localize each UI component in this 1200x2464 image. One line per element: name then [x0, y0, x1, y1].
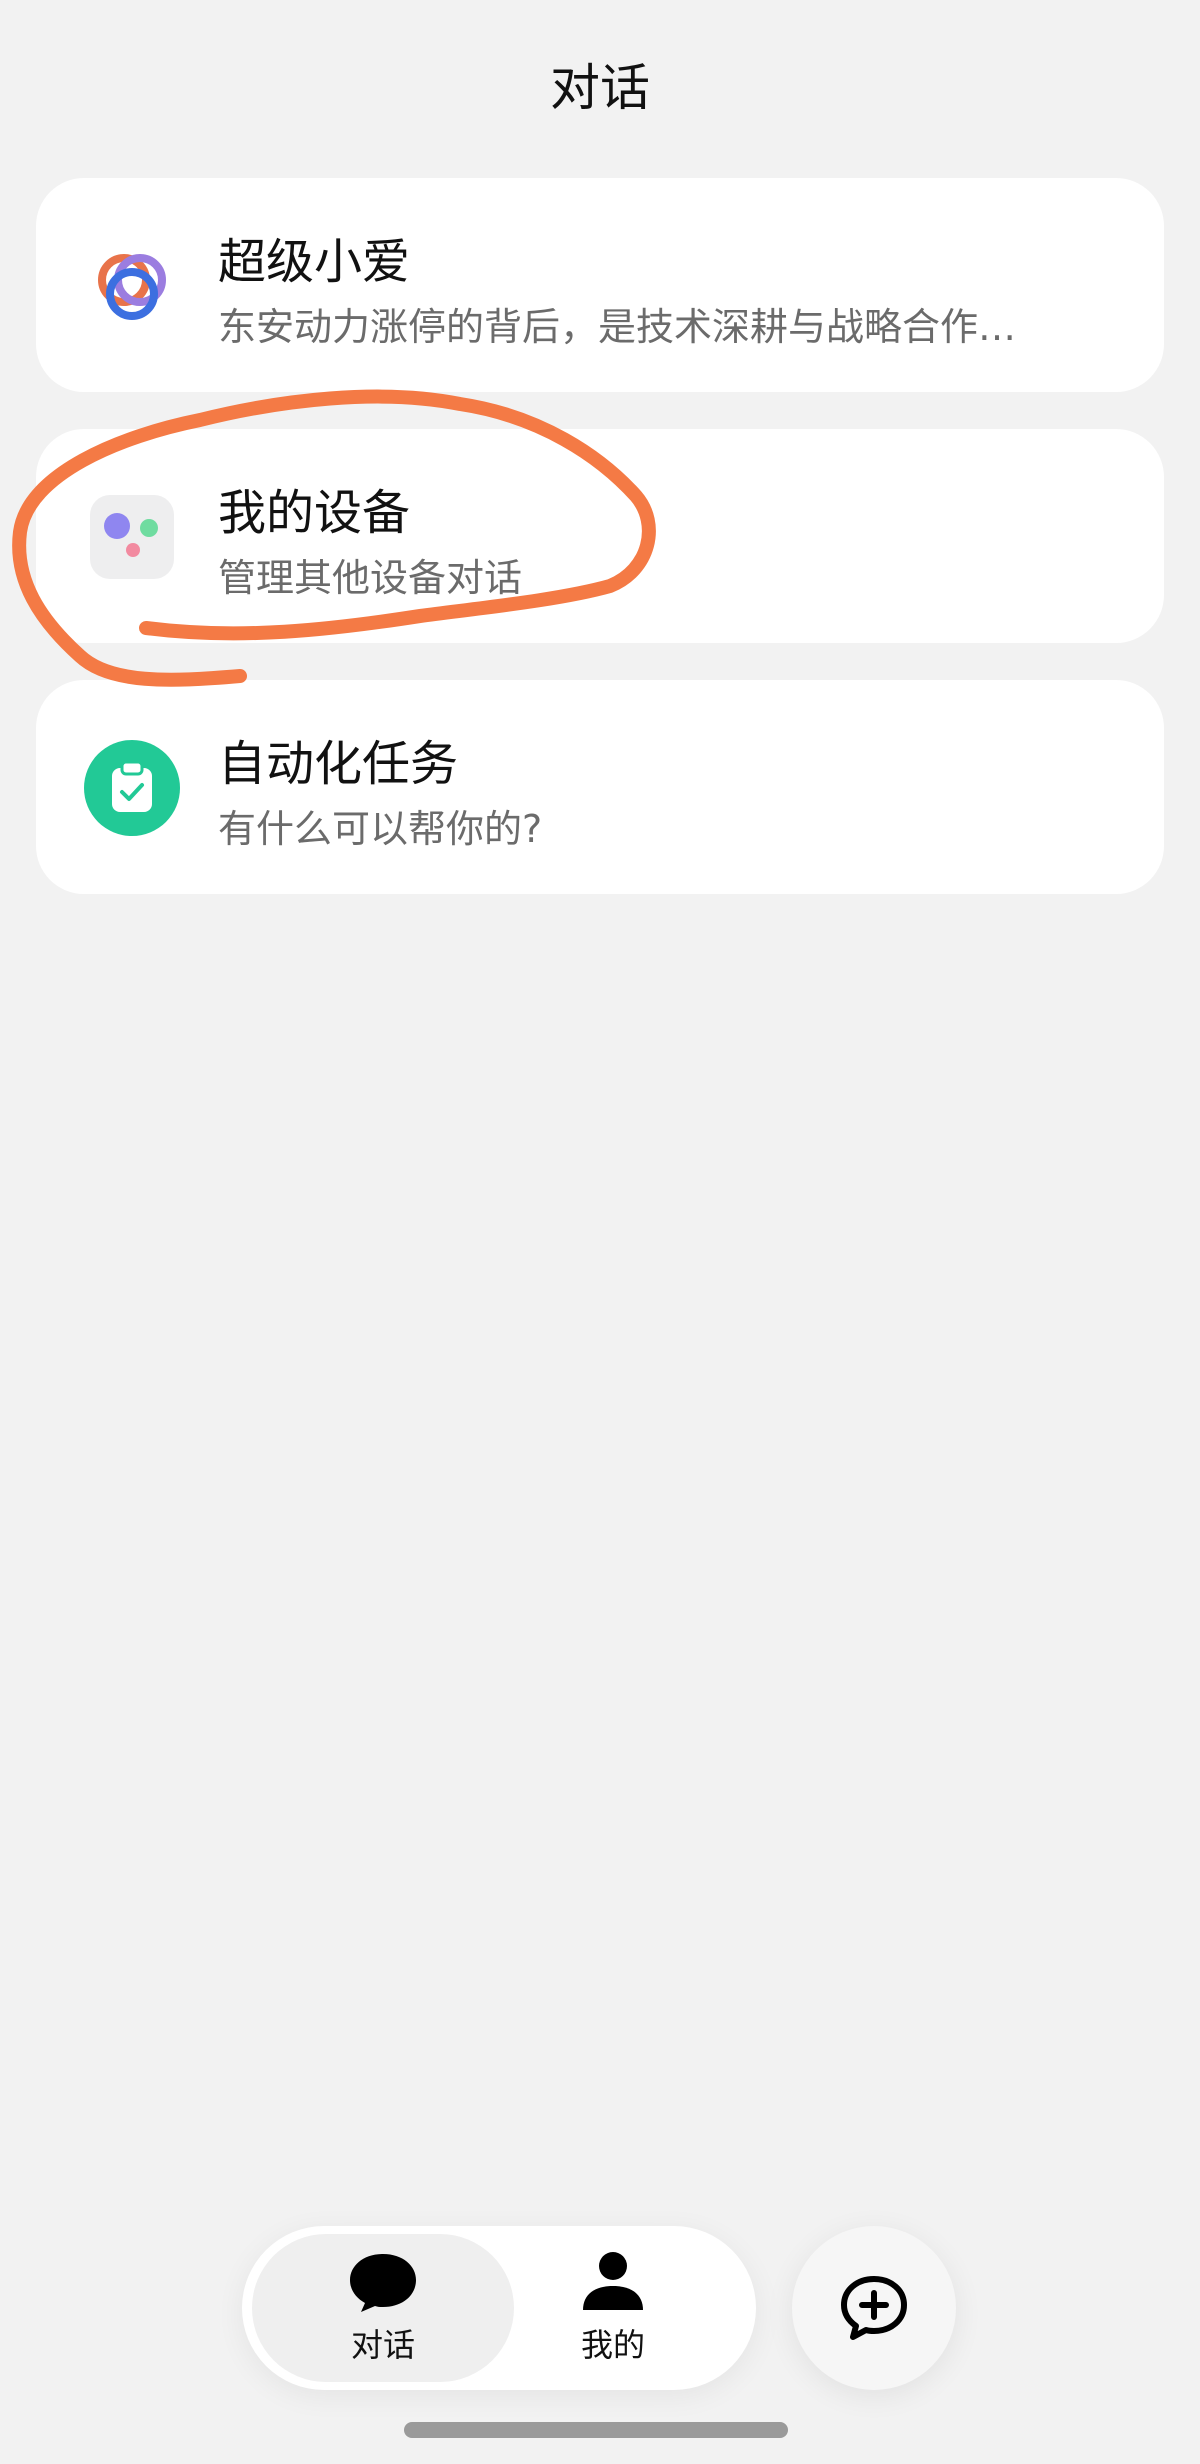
conversation-title: 自动化任务	[218, 736, 459, 792]
home-indicator	[404, 2422, 788, 2438]
tab-label: 我的	[580, 2326, 645, 2364]
conversation-item-xiaoai[interactable]: 超级小爱 东安动力涨停的背后，是技术深耕与战略合作…	[36, 178, 1164, 392]
conversation-title: 超级小爱	[218, 234, 411, 290]
bottom-tab-bar: 对话 我的	[242, 2226, 756, 2390]
new-chat-button[interactable]	[792, 2226, 956, 2390]
conversation-preview: 东安动力涨停的背后，是技术深耕与战略合作…	[218, 305, 1017, 349]
xiaoai-logo-icon	[84, 238, 180, 334]
devices-icon	[84, 489, 180, 585]
conversation-preview: 有什么可以帮你的?	[218, 807, 543, 851]
chat-plus-icon	[841, 2276, 907, 2340]
conversation-preview: 管理其他设备对话	[218, 556, 523, 600]
clipboard-check-icon	[84, 740, 180, 836]
conversation-item-my-devices[interactable]: 我的设备 管理其他设备对话	[36, 429, 1164, 643]
tab-me[interactable]: 我的	[482, 2234, 744, 2382]
tab-chat[interactable]: 对话	[252, 2234, 514, 2382]
person-icon	[583, 2252, 643, 2310]
conversations-page: 对话 超级小爱 东安动力涨停的背后，是技术深耕与战略合作… 我的设备 管理其他设…	[0, 0, 1200, 2464]
conversation-item-automation[interactable]: 自动化任务 有什么可以帮你的?	[36, 680, 1164, 894]
chat-bubble-icon	[350, 2254, 416, 2312]
conversation-title: 我的设备	[218, 485, 411, 541]
tab-label: 对话	[350, 2326, 415, 2364]
page-title: 对话	[550, 59, 650, 117]
